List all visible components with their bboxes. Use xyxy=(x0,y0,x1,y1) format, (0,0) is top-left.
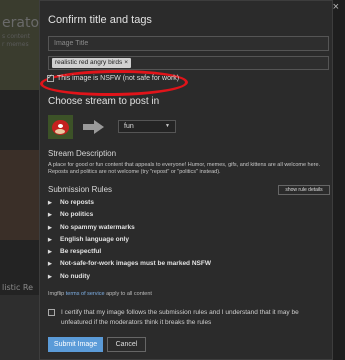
stream-heading: Choose stream to post in xyxy=(48,96,160,107)
certify-checkbox[interactable] xyxy=(48,309,55,316)
tag-label: realistic red angry birds xyxy=(55,59,123,66)
background-image xyxy=(0,295,40,360)
submission-rules-title: Submission Rules xyxy=(48,185,113,194)
nsfw-checkbox[interactable] xyxy=(47,73,54,82)
background-strip xyxy=(333,0,345,360)
show-rule-details-button[interactable]: show rule details xyxy=(278,185,330,195)
chevron-right-icon: ▶ xyxy=(48,261,52,268)
image-thumbnail xyxy=(48,115,73,139)
rule-item[interactable]: ▶ No nudity xyxy=(48,271,330,283)
stream-select-value: fun xyxy=(124,123,134,130)
rule-item[interactable]: ▶ Not-safe-for-work images must be marked… xyxy=(48,258,330,270)
chevron-right-icon: ▶ xyxy=(48,236,52,243)
chevron-right-icon: ▶ xyxy=(48,200,52,206)
image-title-input[interactable] xyxy=(48,36,329,51)
tag-chip: realistic red angry birds × xyxy=(52,58,131,68)
tags-input[interactable]: realistic red angry birds × xyxy=(48,56,329,70)
arrow-right-icon xyxy=(83,120,105,134)
chevron-right-icon: ▶ xyxy=(48,249,52,256)
background-caption: listic Re xyxy=(2,283,34,292)
stream-description-title: Stream Description xyxy=(48,149,117,158)
close-icon[interactable]: × xyxy=(333,2,339,13)
rule-item[interactable]: ▶ Be respectful xyxy=(48,246,330,258)
stream-select[interactable]: fun ▼ xyxy=(118,120,176,133)
confirm-modal: Confirm title and tags realistic red ang… xyxy=(39,0,333,360)
chevron-right-icon: ▶ xyxy=(48,273,52,280)
background-text: s content xyxy=(2,33,31,40)
submit-image-button[interactable]: Submit Image xyxy=(48,337,103,352)
remove-tag-icon[interactable]: × xyxy=(124,58,128,68)
terms-of-service-link[interactable]: terms of service xyxy=(66,291,105,297)
cancel-button[interactable]: Cancel xyxy=(107,337,146,352)
nsfw-row: This image is NSFW (not safe for work) xyxy=(47,73,179,82)
rule-item[interactable]: ▶ No spammy watermarks xyxy=(48,222,330,234)
chevron-right-icon: ▶ xyxy=(48,224,52,231)
rule-item[interactable]: ▶ No reposts xyxy=(48,197,330,209)
background-text: r memes xyxy=(2,41,29,48)
chevron-right-icon: ▶ xyxy=(48,212,52,219)
rules-list: ▶ No reposts ▶ No politics ▶ No spammy wate… xyxy=(48,197,330,283)
stream-description-text: A place for good or fun content that app… xyxy=(48,162,321,175)
rule-item[interactable]: ▶ English language only xyxy=(48,234,330,246)
nsfw-label[interactable]: This image is NSFW (not safe for work) xyxy=(57,75,179,82)
chevron-down-icon: ▼ xyxy=(165,123,170,129)
certify-row: I certify that my image follows the subm… xyxy=(48,308,330,327)
certify-label[interactable]: I certify that my image follows the subm… xyxy=(61,308,330,327)
background-image xyxy=(0,150,40,240)
red-highlight-annotation xyxy=(39,69,189,97)
rule-item[interactable]: ▶ No politics xyxy=(48,209,330,221)
modal-title: Confirm title and tags xyxy=(48,14,152,26)
terms-note: Imgflip terms of service apply to all co… xyxy=(48,291,152,297)
